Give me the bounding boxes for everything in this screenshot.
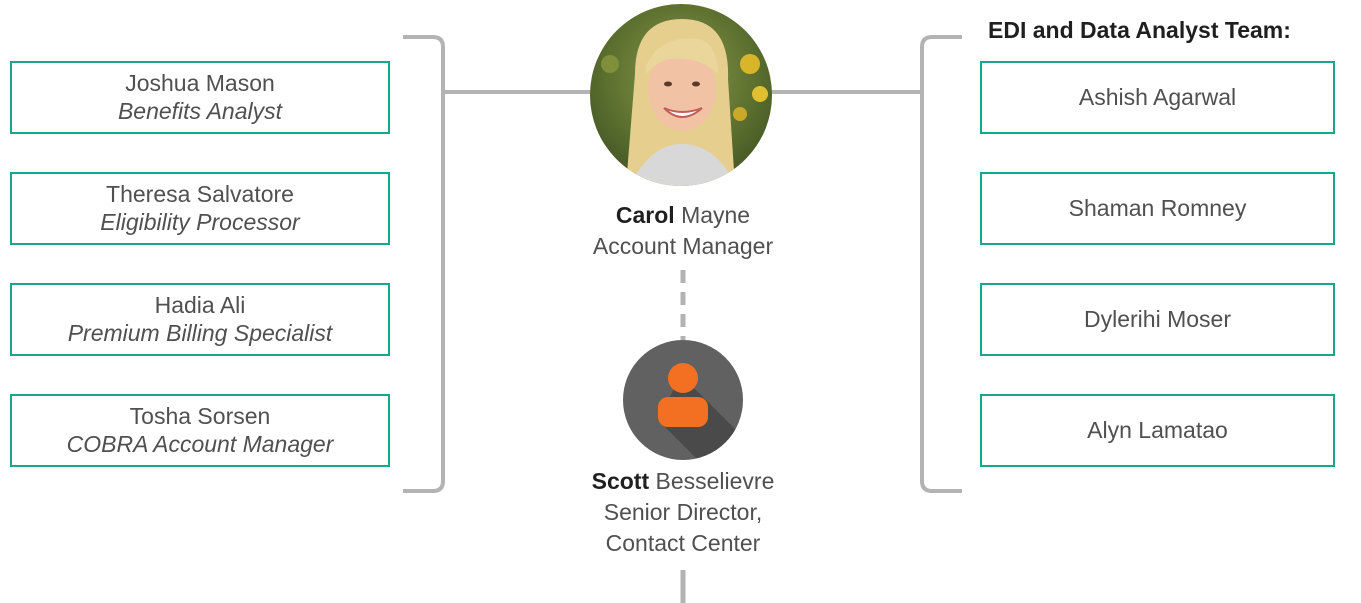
member-name: Joshua Mason	[125, 69, 275, 96]
team-member-card: Shaman Romney	[980, 172, 1335, 245]
member-name: Shaman Romney	[1068, 194, 1247, 221]
team-member-card: Hadia Ali Premium Billing Specialist	[10, 283, 390, 356]
manager-photo	[590, 4, 772, 186]
member-role: Eligibility Processor	[100, 208, 300, 235]
director-title-line2: Contact Center	[605, 530, 761, 556]
member-name: Tosha Sorsen	[129, 402, 271, 429]
left-bracket	[403, 35, 445, 493]
manager-caption: Carol Mayne Account Manager	[533, 200, 833, 262]
director-first-name: Scott	[591, 468, 650, 494]
member-role: COBRA Account Manager	[66, 430, 334, 457]
team-member-card: Joshua Mason Benefits Analyst	[10, 61, 390, 134]
manager-title: Account Manager	[592, 233, 774, 259]
director-last-name: Besselievre	[655, 468, 775, 494]
member-name: Ashish Agarwal	[1078, 83, 1237, 110]
member-name: Dylerihi Moser	[1084, 305, 1231, 332]
right-bracket	[920, 35, 962, 493]
member-role: Benefits Analyst	[117, 97, 283, 124]
team-title: EDI and Data Analyst Team:	[988, 17, 1291, 43]
team-member-card: Alyn Lamatao	[980, 394, 1335, 467]
member-name: Hadia Ali	[154, 291, 246, 318]
director-title-line1: Senior Director,	[603, 499, 763, 525]
person-avatar-icon	[623, 340, 743, 460]
team-member-card: Tosha Sorsen COBRA Account Manager	[10, 394, 390, 467]
team-member-card: Dylerihi Moser	[980, 283, 1335, 356]
director-name-line: Scott Besselievre	[533, 466, 833, 497]
manager-name-line: Carol Mayne	[533, 200, 833, 231]
manager-last-name: Mayne	[681, 202, 751, 228]
director-caption: Scott Besselievre Senior Director, Conta…	[533, 466, 833, 559]
team-member-card: Ashish Agarwal	[980, 61, 1335, 134]
member-name: Theresa Salvatore	[106, 180, 294, 207]
member-role: Premium Billing Specialist	[67, 319, 333, 346]
team-member-card: Theresa Salvatore Eligibility Processor	[10, 172, 390, 245]
manager-first-name: Carol	[615, 202, 675, 228]
member-name: Alyn Lamatao	[1087, 416, 1228, 443]
